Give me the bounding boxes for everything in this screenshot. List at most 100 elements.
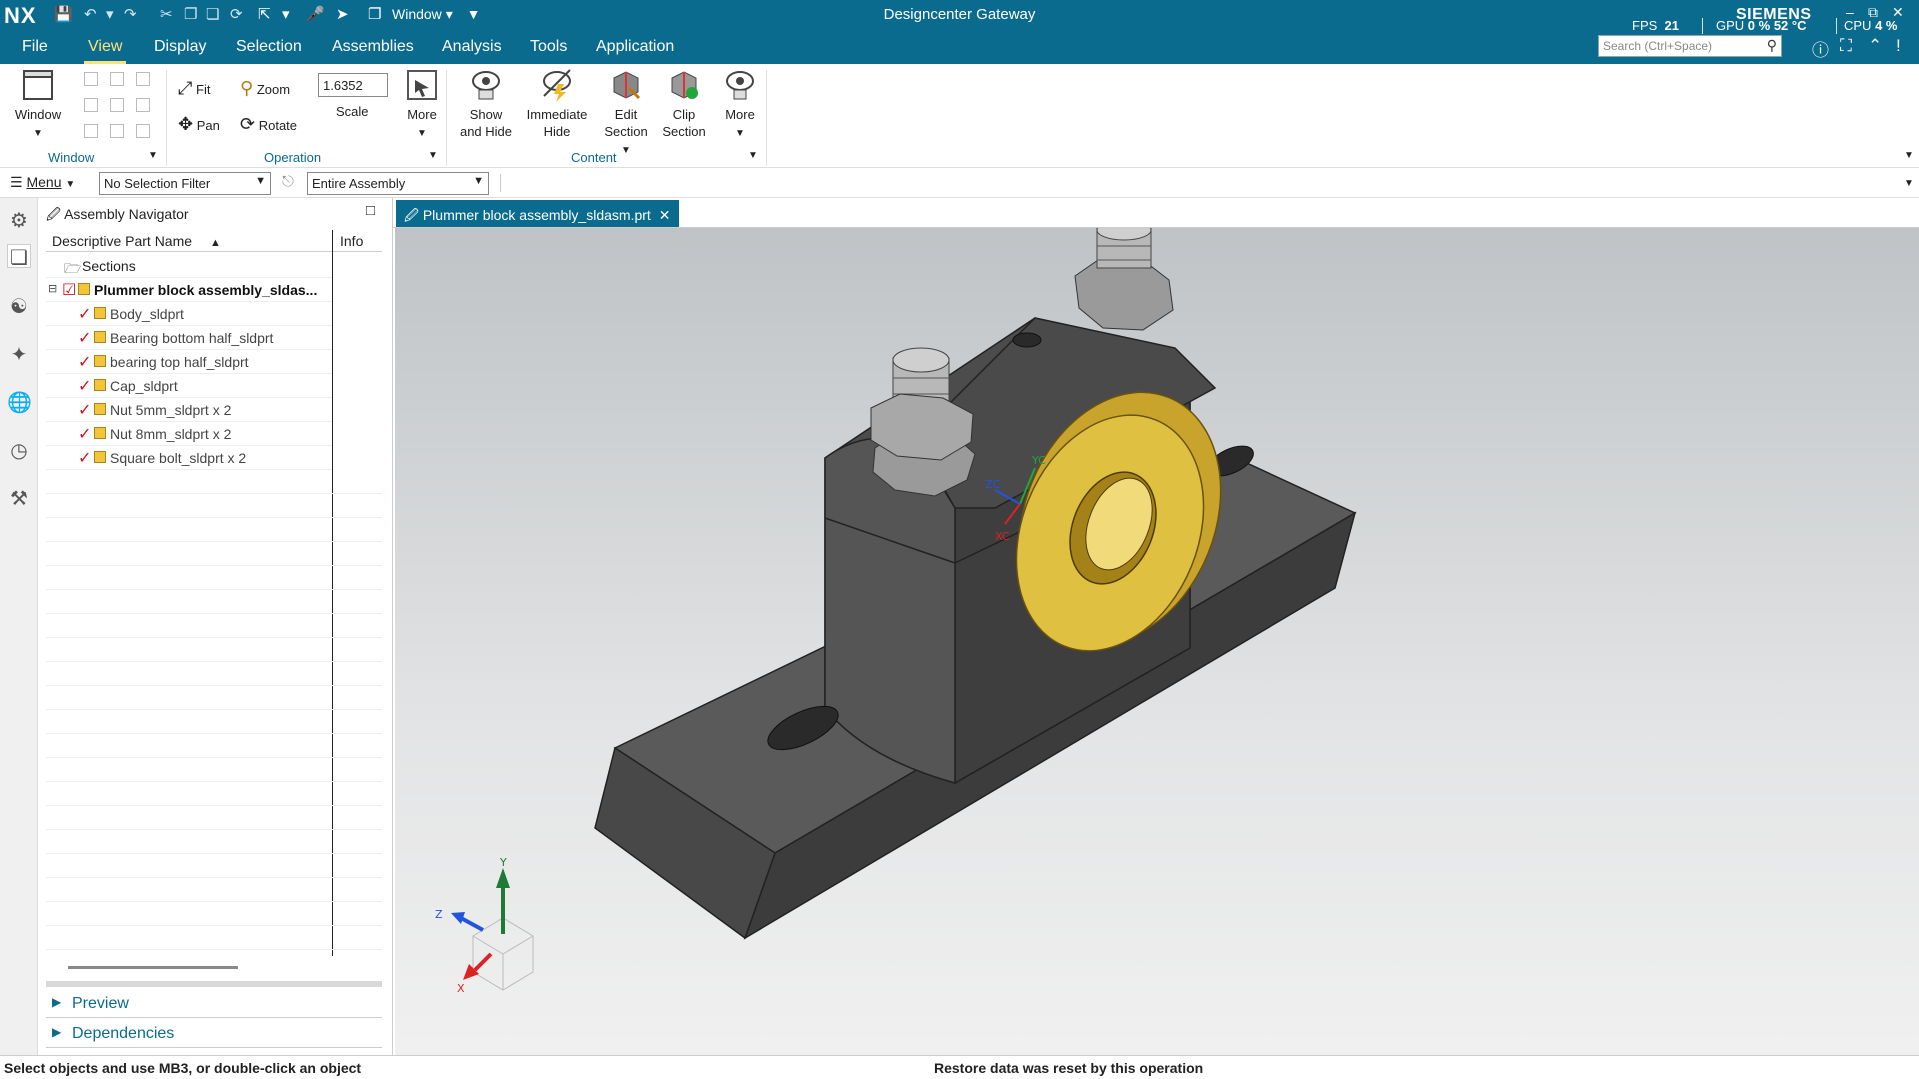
close-tab-icon[interactable]: ✕	[659, 207, 671, 223]
minimize-icon[interactable]: –	[1846, 4, 1854, 20]
checkmark-icon[interactable]: ✓	[78, 304, 91, 324]
checkmark-icon[interactable]: ✓	[78, 400, 91, 420]
tree-row[interactable]: ✓ bearing top half_sldprt	[46, 350, 332, 374]
web-browser-icon[interactable]: 🌐	[7, 390, 32, 414]
tab-file[interactable]: File	[18, 38, 52, 64]
window-button-label: Window	[14, 107, 62, 122]
layout-four-icon[interactable]	[110, 98, 124, 112]
checkmark-icon[interactable]: ✓	[78, 448, 91, 468]
layout-nine-icon[interactable]	[136, 124, 150, 138]
tab-application[interactable]: Application	[592, 38, 678, 64]
scale-input[interactable]	[318, 73, 388, 97]
tree-row-sections[interactable]: 🗁 Sections	[46, 254, 332, 278]
gear-icon[interactable]: ⚙	[7, 208, 31, 232]
maximize-panel-icon[interactable]: □	[366, 202, 375, 219]
reuse-library-icon[interactable]: ⚒	[7, 486, 31, 510]
selection-filter-dropdown[interactable]: No Selection Filter ▼	[99, 172, 271, 195]
column-descriptive-part-name[interactable]: Descriptive Part Name ▲	[52, 233, 221, 249]
full-screen-icon[interactable]: ⛶	[1840, 36, 1852, 56]
empty-row	[46, 494, 382, 518]
group-expand-icon[interactable]: ▼	[148, 150, 158, 161]
rotate-button[interactable]: ⟳ Rotate	[240, 114, 297, 135]
clip-section-button[interactable]: Clip Section	[658, 68, 710, 140]
panel-splitter[interactable]	[46, 981, 382, 987]
operation-more-button[interactable]: More ▼	[400, 68, 444, 142]
content-more-button[interactable]: More ▼	[716, 68, 764, 142]
ribbon-options-icon[interactable]: ▼	[1904, 150, 1914, 161]
part-name: Square bolt_sldprt x 2	[110, 450, 247, 466]
layout-vertical-icon[interactable]	[110, 72, 124, 86]
collapse-ribbon-icon[interactable]: ⌃	[1868, 36, 1882, 56]
tree-row-root-assembly[interactable]: ⊟ ☑ Plummer block assembly_sldas...	[46, 278, 332, 302]
window-button[interactable]: Window ▼	[12, 68, 64, 142]
checkmark-icon[interactable]: ✓	[78, 352, 91, 372]
tree-row[interactable]: ✓ Nut 8mm_sldprt x 2	[46, 422, 332, 446]
triad-label-y: Y	[499, 856, 507, 869]
group-label-window: Window	[48, 150, 95, 165]
layout-bottom-split-icon[interactable]	[84, 124, 98, 138]
selection-scope-dropdown[interactable]: Entire Assembly ▼	[307, 172, 489, 195]
fit-button[interactable]: ⤢ Fit	[178, 78, 210, 99]
selection-scope-value: Entire Assembly	[312, 176, 406, 191]
checkmark-icon[interactable]: ✓	[78, 376, 91, 396]
filter-reset-icon[interactable]: ⎋	[282, 173, 294, 190]
layout-top-split-icon[interactable]	[110, 124, 124, 138]
tab-analysis[interactable]: Analysis	[438, 38, 506, 64]
model-view[interactable]: YC ZC XC Y Z X	[395, 228, 1919, 1055]
graphics-window[interactable]: YC ZC XC Y Z X	[395, 228, 1919, 1055]
layout-left-split-icon[interactable]	[84, 98, 98, 112]
group-expand-icon[interactable]: ▼	[428, 150, 438, 161]
layout-horizontal-icon[interactable]	[136, 72, 150, 86]
part-name: Cap_sldprt	[110, 378, 178, 394]
collapse-icon[interactable]: ⊟	[48, 282, 57, 295]
layout-six-icon[interactable]	[136, 98, 150, 112]
tab-display[interactable]: Display	[150, 38, 210, 64]
housing-body[interactable]	[594, 317, 1357, 940]
immediate-hide-button[interactable]: Immediate Hide	[522, 68, 592, 140]
close-icon[interactable]: ✕	[1892, 4, 1904, 21]
selection-bar-options-icon[interactable]: ▼	[1904, 178, 1914, 189]
pan-button[interactable]: ✥ Pan	[178, 114, 220, 135]
search-input[interactable]: Search (Ctrl+Space) ⚲	[1598, 35, 1782, 57]
tree-row[interactable]: ✓ Bearing bottom half_sldprt	[46, 326, 332, 350]
tab-assemblies[interactable]: Assemblies	[328, 38, 418, 64]
preview-section[interactable]: ▶ Preview	[46, 990, 382, 1018]
tree-row[interactable]: ✓ Cap_sldprt	[46, 374, 332, 398]
zoom-button[interactable]: ⚲ Zoom	[240, 78, 290, 99]
chevron-down-icon: ▼	[473, 175, 484, 187]
tab-selection[interactable]: Selection	[232, 38, 306, 64]
document-tab[interactable]: 🖉 Plummer block assembly_sldasm.prt ✕	[396, 200, 679, 227]
tree-row[interactable]: ✓ Nut 5mm_sldprt x 2	[46, 398, 332, 422]
search-icon[interactable]: ⚲	[1767, 37, 1777, 54]
restore-icon[interactable]: ⧉	[1868, 4, 1878, 21]
group-expand-icon[interactable]: ▼	[748, 150, 758, 161]
tree-row[interactable]: ✓ Square bolt_sldprt x 2	[46, 446, 332, 470]
tab-view[interactable]: View	[84, 38, 127, 64]
part-navigator-icon[interactable]: ✦	[7, 342, 31, 366]
assembly-navigator-icon[interactable]: ❏	[7, 244, 31, 269]
empty-row	[46, 638, 382, 662]
menu-button[interactable]: ☰ Menu ▼	[10, 174, 75, 191]
edit-section-button[interactable]: Edit Section ▼	[598, 68, 654, 159]
layout-single-icon[interactable]	[84, 72, 98, 86]
notification-icon[interactable]: !	[1896, 36, 1901, 56]
edit-section-label-2: Section	[604, 124, 648, 139]
tab-tools[interactable]: Tools	[526, 38, 571, 64]
perf-divider	[1702, 18, 1703, 34]
show-and-hide-button[interactable]: Show and Hide	[454, 68, 518, 140]
empty-row	[46, 926, 382, 950]
view-triad[interactable]: Y Z X	[435, 856, 534, 995]
checkmark-icon[interactable]: ✓	[78, 328, 91, 348]
history-icon[interactable]: ◷	[7, 438, 31, 462]
checkmark-icon[interactable]: ✓	[78, 424, 91, 444]
nut-bolt-right[interactable]	[1074, 228, 1174, 331]
horizontal-scrollbar[interactable]	[68, 966, 238, 969]
help-icon[interactable]: ⓘ	[1812, 36, 1829, 61]
empty-row	[46, 710, 382, 734]
tree-row[interactable]: ✓ Body_sldprt	[46, 302, 332, 326]
constraint-navigator-icon[interactable]: ☯	[7, 294, 31, 318]
column-info[interactable]: Info	[340, 233, 363, 249]
ribbon: Window ▼ Window ▼ ⤢ Fit ⚲ Zoom ✥ Pan ⟳ R…	[0, 64, 1919, 168]
dependencies-section[interactable]: ▶ Dependencies	[46, 1020, 382, 1048]
visibility-checkbox-icon[interactable]: ☑	[62, 280, 76, 300]
